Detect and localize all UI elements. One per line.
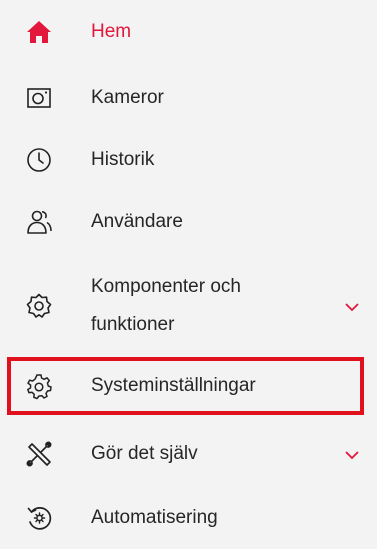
menu-item-label: Historik: [91, 149, 155, 170]
component-gear-icon: [24, 291, 54, 321]
menu-item-label: Kameror: [91, 87, 164, 108]
automation-icon: [24, 503, 54, 533]
menu-item-diy[interactable]: Gör det själv: [10, 434, 364, 474]
camera-icon: [24, 83, 54, 113]
tools-icon: [24, 439, 54, 469]
menu-item-system-settings[interactable]: Systeminställningar: [10, 366, 364, 406]
chevron-down-icon[interactable]: [344, 448, 360, 460]
menu-item-label: Gör det själv: [91, 443, 198, 464]
menu-item-history[interactable]: Historik: [10, 140, 364, 180]
clock-icon: [24, 145, 54, 175]
menu-item-cameras[interactable]: Kameror: [10, 78, 364, 118]
navigation-menu: Hem Kameror Historik Användare Komponent…: [0, 0, 377, 549]
menu-item-label: Systeminställningar: [91, 375, 256, 396]
menu-item-components[interactable]: Komponenter och funktioner: [10, 266, 364, 346]
menu-item-automation[interactable]: Automatisering: [10, 498, 364, 538]
menu-item-users[interactable]: Användare: [10, 202, 364, 242]
chevron-down-icon[interactable]: [344, 300, 360, 312]
menu-item-label: Automatisering: [91, 507, 218, 528]
menu-item-home[interactable]: Hem: [10, 12, 364, 52]
menu-item-label: Komponenter och funktioner: [91, 276, 241, 335]
menu-item-label: Hem: [91, 21, 132, 42]
menu-item-label: Användare: [91, 211, 183, 232]
settings-gear-icon: [24, 371, 54, 401]
home-icon: [24, 17, 54, 47]
users-icon: [24, 207, 54, 237]
